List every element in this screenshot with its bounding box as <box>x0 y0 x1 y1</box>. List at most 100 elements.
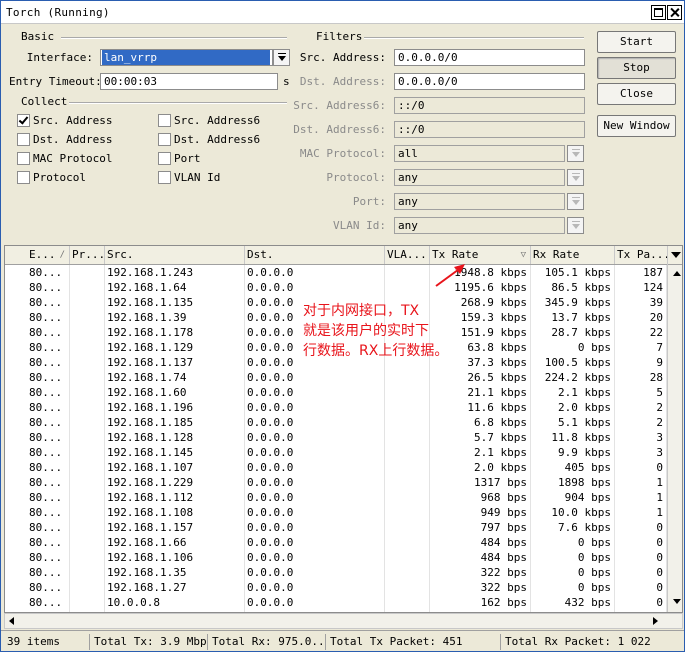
src-address6-checkbox[interactable] <box>158 114 171 127</box>
col-rx-rate[interactable]: Rx Rate <box>531 246 615 264</box>
filter-vlan-select[interactable]: any <box>394 217 565 234</box>
new-window-button[interactable]: New Window <box>597 115 676 137</box>
filter-src-address6-input[interactable]: ::/0 <box>394 97 585 114</box>
col-eth[interactable]: E... / <box>27 246 70 264</box>
scroll-right-icon[interactable] <box>653 617 658 625</box>
stop-button[interactable]: Stop <box>597 57 676 79</box>
cell-dst: 0.0.0.0 <box>245 580 385 595</box>
cell-src: 192.168.1.74 <box>105 370 245 385</box>
table-row[interactable]: 80... 192.168.1.128 0.0.0.0 5.7 kbps 11.8 kb… <box>5 430 667 445</box>
cell-eth: 80... <box>27 490 70 505</box>
column-chooser-icon[interactable] <box>671 252 681 258</box>
table-row[interactable]: 80... 192.168.1.108 0.0.0.0 949 bps 10.0 kbp… <box>5 505 667 520</box>
table-row[interactable]: 80... 192.168.1.66 0.0.0.0 484 bps 0 bps 0 <box>5 535 667 550</box>
cell-tx-rate: 484 bps <box>430 535 531 550</box>
cell-tx-packet: 28 <box>615 370 667 385</box>
col-protocol[interactable]: Pr... <box>70 246 105 264</box>
mac-protocol-checkbox[interactable] <box>17 152 30 165</box>
column-chooser[interactable] <box>668 246 682 265</box>
port-dropdown-icon[interactable] <box>567 193 584 210</box>
dst-address6-option[interactable]: Dst. Address6 <box>174 133 260 146</box>
filter-dst-address6-label: Dst. Address6: <box>293 123 386 136</box>
cell-eth: 80... <box>27 475 70 490</box>
table-row[interactable]: 80... 192.168.1.157 0.0.0.0 797 bps 7.6 kbps… <box>5 520 667 535</box>
cell-rx-rate: 86.5 kbps <box>531 280 615 295</box>
filter-protocol-select[interactable]: any <box>394 169 565 186</box>
col-tx-packet[interactable]: Tx Pa... <box>615 246 667 264</box>
interface-value[interactable]: lan_vrrp <box>102 50 270 65</box>
table-row[interactable]: 80... 192.168.1.64 0.0.0.0 1195.6 kbps 86.5 … <box>5 280 667 295</box>
filter-mac-protocol-select[interactable]: all <box>394 145 565 162</box>
basic-section-title: Basic <box>21 30 55 43</box>
filter-dst-address6-input[interactable]: ::/0 <box>394 121 585 138</box>
filter-port-select[interactable]: any <box>394 193 565 210</box>
dst-address-checkbox[interactable] <box>17 133 30 146</box>
port-option[interactable]: Port <box>174 152 201 165</box>
col-dst[interactable]: Dst. <box>245 246 385 264</box>
table-row[interactable]: 80... 192.168.1.60 0.0.0.0 21.1 kbps 2.1 kbp… <box>5 385 667 400</box>
cell-vlan <box>385 520 430 535</box>
cell-protocol <box>70 565 105 580</box>
cell-tx-packet: 3 <box>615 445 667 460</box>
maximize-icon[interactable] <box>651 5 666 20</box>
close-button[interactable]: Close <box>597 83 676 105</box>
src-address-option[interactable]: Src. Address <box>33 114 112 127</box>
port-checkbox[interactable] <box>158 152 171 165</box>
table-row[interactable]: 80... 192.168.1.112 0.0.0.0 968 bps 904 bps 1 <box>5 490 667 505</box>
table-row[interactable]: 80... 192.168.1.185 0.0.0.0 6.8 kbps 5.1 kbp… <box>5 415 667 430</box>
protocol-option[interactable]: Protocol <box>33 171 86 184</box>
cell-src: 192.168.1.108 <box>105 505 245 520</box>
cell-dst: 0.0.0.0 <box>245 595 385 610</box>
cell-dst: 0.0.0.0 <box>245 520 385 535</box>
entry-timeout-label: Entry Timeout: <box>9 75 102 88</box>
table-row[interactable]: 80... 10.0.0.8 0.0.0.0 162 bps 432 bps 0 <box>5 595 667 610</box>
table-row[interactable]: 80... 192.168.1.35 0.0.0.0 322 bps 0 bps 0 <box>5 565 667 580</box>
filter-dst-address-input[interactable]: 0.0.0.0/0 <box>394 73 585 90</box>
table-row[interactable]: 80... 192.168.1.145 0.0.0.0 2.1 kbps 9.9 kbp… <box>5 445 667 460</box>
dst-address6-checkbox[interactable] <box>158 133 171 146</box>
table-row[interactable]: 80... 192.168.1.74 0.0.0.0 26.5 kbps 224.2 k… <box>5 370 667 385</box>
protocol-dropdown-icon[interactable] <box>567 169 584 186</box>
cell-tx-packet: 9 <box>615 355 667 370</box>
cell-src: 192.168.1.129 <box>105 340 245 355</box>
cell-rx-rate: 5.1 kbps <box>531 415 615 430</box>
filter-src-address-input[interactable]: 0.0.0.0/0 <box>394 49 585 66</box>
col-vlan[interactable]: VLA... <box>385 246 430 264</box>
col-src[interactable]: Src. <box>105 246 245 264</box>
cell-vlan <box>385 370 430 385</box>
mac-protocol-option[interactable]: MAC Protocol <box>33 152 112 165</box>
cell-protocol <box>70 265 105 280</box>
protocol-checkbox[interactable] <box>17 171 30 184</box>
table-row[interactable]: 80... 192.168.1.106 0.0.0.0 484 bps 0 bps 0 <box>5 550 667 565</box>
timeout-unit: s <box>283 75 290 88</box>
table-row[interactable]: 80... 192.168.1.107 0.0.0.0 2.0 kbps 405 bps… <box>5 460 667 475</box>
vlan-dropdown-icon[interactable] <box>567 217 584 234</box>
status-total-tx: Total Tx: 3.9 Mbps <box>89 634 207 650</box>
cell-tx-packet: 0 <box>615 580 667 595</box>
table-row[interactable]: 80... 192.168.1.243 0.0.0.0 1948.8 kbps 105.… <box>5 265 667 280</box>
vlan-id-option[interactable]: VLAN Id <box>174 171 220 184</box>
table-row[interactable]: 80... 192.168.1.229 0.0.0.0 1317 bps 1898 bp… <box>5 475 667 490</box>
table-row[interactable]: 80... 192.168.1.27 0.0.0.0 322 bps 0 bps 0 <box>5 580 667 595</box>
table-row[interactable]: 80... 192.168.1.196 0.0.0.0 11.6 kbps 2.0 kb… <box>5 400 667 415</box>
scroll-down-icon[interactable] <box>669 594 682 608</box>
horizontal-scrollbar[interactable] <box>4 613 683 629</box>
interface-dropdown-icon[interactable] <box>273 49 290 66</box>
title-bar[interactable]: Torch (Running) <box>1 1 684 24</box>
annotation-line: 就是该用户的实时下 <box>303 323 429 339</box>
src-address-checkbox[interactable] <box>17 114 30 127</box>
cell-tx-rate: 5.7 kbps <box>430 430 531 445</box>
dst-address-option[interactable]: Dst. Address <box>33 133 112 146</box>
cell-protocol <box>70 550 105 565</box>
close-icon[interactable] <box>667 5 682 20</box>
vertical-scrollbar[interactable] <box>667 246 682 612</box>
cell-tx-packet: 39 <box>615 295 667 310</box>
vlan-id-checkbox[interactable] <box>158 171 171 184</box>
scroll-left-icon[interactable] <box>9 617 14 625</box>
scroll-up-icon[interactable] <box>669 267 682 281</box>
src-address6-option[interactable]: Src. Address6 <box>174 114 260 127</box>
start-button[interactable]: Start <box>597 31 676 53</box>
entry-timeout-input[interactable]: 00:00:03 <box>100 73 278 90</box>
cell-tx-packet: 0 <box>615 460 667 475</box>
mac-protocol-dropdown-icon[interactable] <box>567 145 584 162</box>
